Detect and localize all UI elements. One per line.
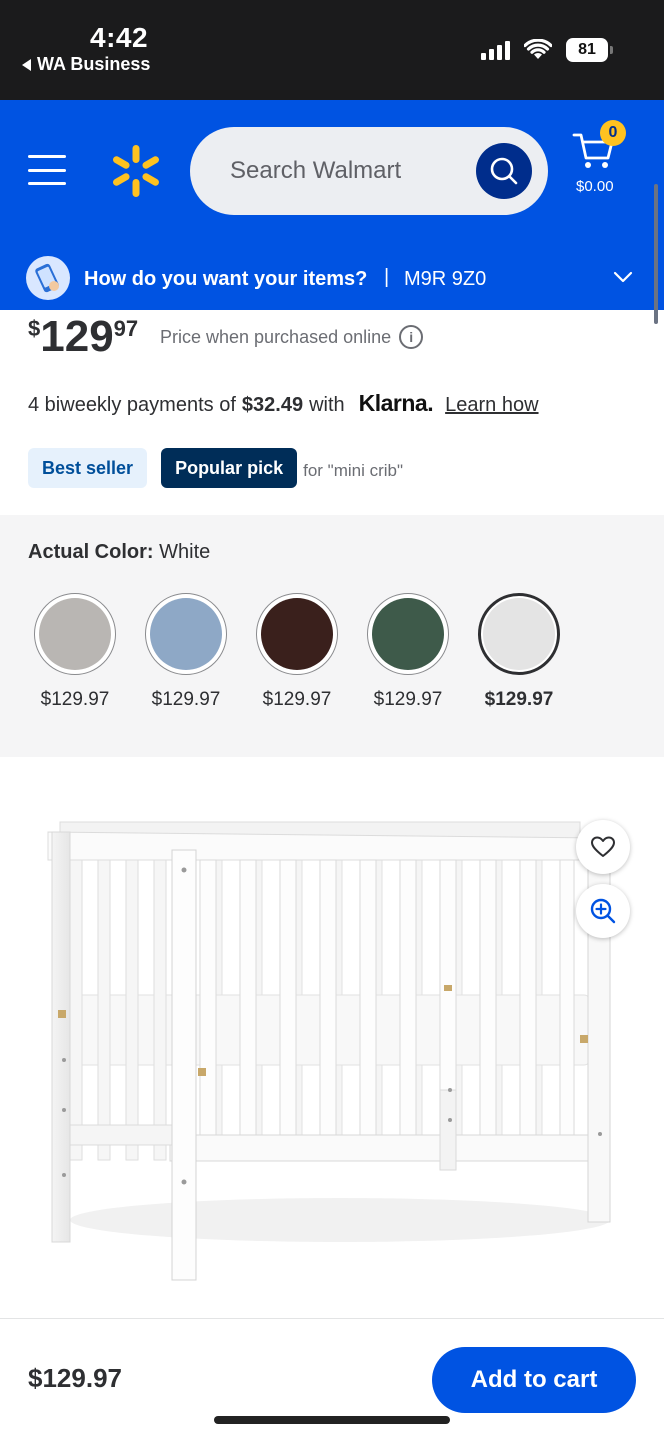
klarna-amount: $32.49 — [241, 394, 304, 416]
price-currency: $ — [28, 316, 41, 341]
add-to-cart-button[interactable]: Add to cart — [432, 1347, 636, 1413]
back-to-app-link[interactable]: WA Business — [22, 54, 150, 75]
swatch-color-dot — [372, 598, 444, 670]
swatch-price: $129.97 — [373, 689, 443, 710]
search-button[interactable] — [476, 143, 532, 199]
popular-pick-badge: Popular pick — [161, 448, 298, 488]
price-note-text: Price when purchased online — [160, 326, 392, 347]
heart-icon — [591, 836, 615, 857]
color-label: Actual Color: White — [28, 541, 210, 564]
home-indicator[interactable] — [214, 1416, 450, 1424]
search-input[interactable]: Search Walmart — [230, 157, 401, 185]
search-bar[interactable]: Search Walmart — [190, 127, 548, 215]
color-swatch[interactable]: $129.97 — [363, 593, 453, 711]
back-triangle-icon — [22, 58, 31, 71]
product-image[interactable] — [0, 790, 664, 1300]
color-swatch[interactable]: $129.97 — [252, 593, 342, 711]
delivery-question: How do you want your items? — [84, 268, 368, 290]
cellular-signal-icon — [481, 40, 510, 60]
badge-context: for "mini crib" — [303, 461, 404, 480]
best-seller-badge: Best seller — [28, 448, 148, 488]
crib-image — [47, 821, 611, 1281]
cart-button[interactable]: 0 $0.00 — [570, 120, 640, 200]
menu-button[interactable] — [28, 155, 66, 185]
product-price: $ 129 97 — [28, 312, 138, 362]
color-swatch[interactable]: $129.97 — [141, 593, 231, 711]
product-badges: Best seller Popular pick for "mini crib" — [28, 448, 403, 488]
swatch-price: $129.97 — [40, 689, 110, 710]
swatch-price: $129.97 — [484, 689, 554, 710]
battery-icon: 81 — [566, 38, 613, 62]
favorite-button[interactable] — [576, 820, 630, 874]
walmart-spark-logo[interactable] — [108, 143, 164, 199]
klarna-prefix: 4 biweekly payments of — [28, 394, 236, 416]
info-icon[interactable]: i — [399, 325, 424, 349]
color-selected-name: White — [159, 541, 211, 563]
color-swatch-selected[interactable]: $129.97 — [474, 593, 564, 711]
back-app-label: WA Business — [37, 54, 151, 74]
cart-total: $0.00 — [576, 178, 614, 195]
search-icon — [490, 157, 518, 185]
price-cents: 97 — [113, 316, 139, 341]
wifi-icon — [524, 39, 552, 59]
delivery-postal-code: M9R 9Z0 — [404, 268, 487, 290]
zoom-button[interactable] — [576, 884, 630, 938]
bottom-price: $129.97 — [28, 1363, 122, 1393]
delivery-phone-icon — [26, 256, 70, 300]
swatch-price: $129.97 — [262, 689, 332, 710]
swatch-price: $129.97 — [151, 689, 221, 710]
status-time: 4:42 — [90, 22, 149, 53]
chevron-down-icon — [613, 271, 633, 283]
color-selector: Actual Color: White $129.97 $129.97 $129… — [0, 515, 664, 757]
delivery-selector[interactable]: How do you want your items? | M9R 9Z0 — [0, 248, 664, 310]
klarna-payments: 4 biweekly payments of $32.49 with Klarn… — [28, 390, 539, 417]
price-dollars: 129 — [40, 312, 114, 361]
cart-count-badge: 0 — [600, 120, 626, 146]
swatch-color-dot — [261, 598, 333, 670]
status-indicators: 81 — [481, 38, 613, 62]
klarna-learn-how-link[interactable]: Learn how — [445, 394, 538, 417]
color-label-title: Actual Color: — [28, 541, 154, 563]
klarna-with: with — [309, 394, 345, 416]
color-swatch[interactable]: $129.97 — [30, 593, 120, 711]
zoom-in-icon — [590, 898, 616, 924]
status-bar: 4:42 WA Business 81 — [0, 0, 664, 100]
swatch-color-dot — [150, 598, 222, 670]
price-note: Price when purchased online i — [160, 325, 424, 349]
swatch-color-dot — [39, 598, 111, 670]
klarna-logo: Klarna. — [358, 390, 434, 416]
delivery-separator: | — [384, 266, 390, 288]
swatch-color-dot — [483, 598, 555, 670]
